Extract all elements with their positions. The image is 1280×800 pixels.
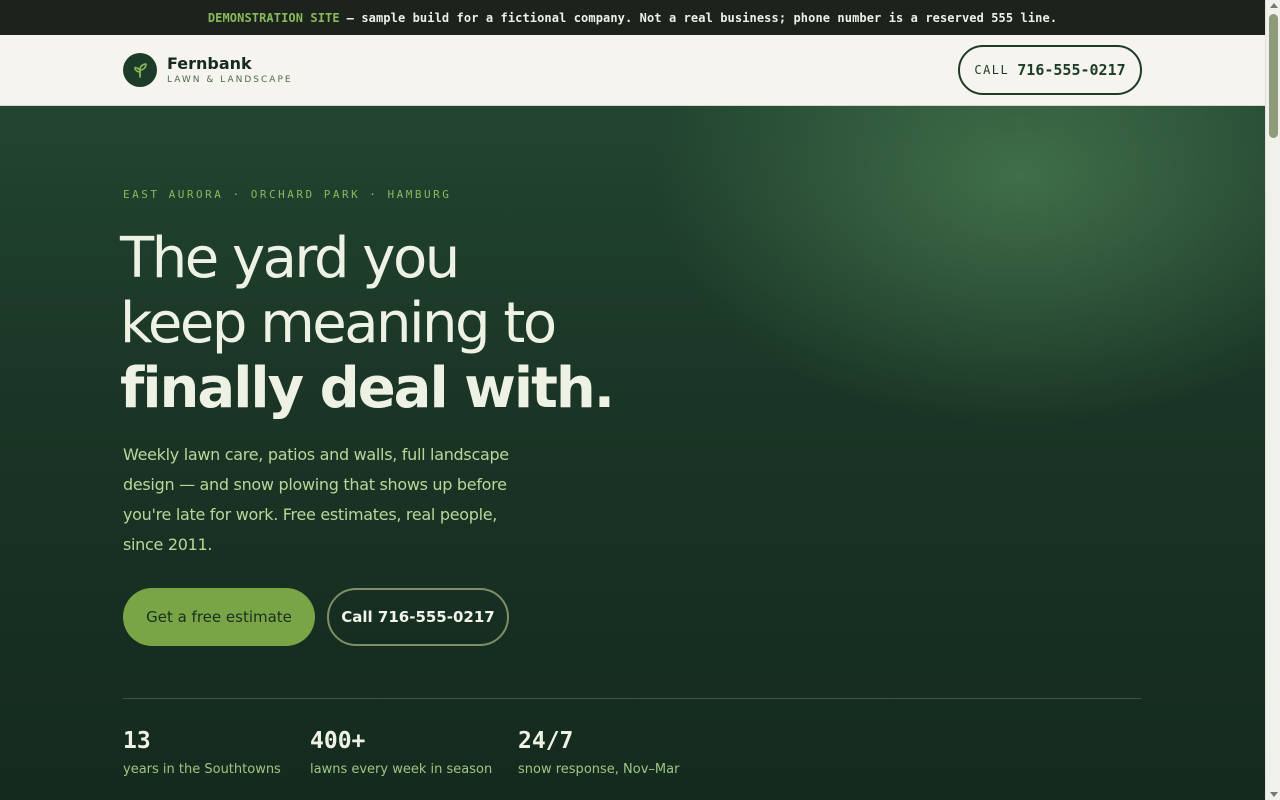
stat-value: 400+ bbox=[310, 728, 366, 754]
call-button[interactable]: Call 716-555-0217 bbox=[327, 588, 509, 646]
headline-line-1: The yard you bbox=[120, 226, 460, 291]
headline-line-3: finally deal with. bbox=[120, 356, 615, 421]
brand-tagline: LAWN & LANDSCAPE bbox=[167, 75, 293, 85]
brand-name[interactable]: Fernbank bbox=[167, 54, 252, 73]
stats-divider bbox=[123, 698, 1141, 699]
site-header: Fernbank LAWN & LANDSCAPE CALL 716-555-0… bbox=[0, 35, 1265, 106]
demo-tag: DEMONSTRATION SITE bbox=[207, 10, 340, 25]
call-label: CALL bbox=[974, 63, 1010, 77]
free-estimate-button[interactable]: Get a free estimate bbox=[123, 588, 315, 646]
hero-description: Weekly lawn care, patios and walls, full… bbox=[123, 445, 509, 554]
demo-banner-text: — sample build for a fictional company. … bbox=[346, 10, 1058, 25]
stat-caption: lawns every week in season bbox=[310, 762, 493, 777]
header-call-button[interactable]: CALL 716-555-0217 bbox=[958, 45, 1142, 95]
stat-lawns: 400+ lawns every week in season bbox=[310, 728, 492, 777]
stat-caption: years in the Southtowns bbox=[123, 762, 281, 777]
call-number: 716-555-0217 bbox=[1017, 61, 1126, 79]
headline-line-2: keep meaning to bbox=[120, 291, 557, 356]
service-areas: EAST AURORA · ORCHARD PARK · HAMBURG bbox=[123, 188, 452, 201]
hero-headline: The yard you keep meaning to finally dea… bbox=[120, 226, 680, 422]
stat-value: 13 bbox=[123, 728, 151, 754]
stat-value: 24/7 bbox=[518, 728, 574, 754]
stat-years: 13 years in the Southtowns bbox=[123, 728, 281, 777]
scroll-up-icon[interactable] bbox=[1270, 3, 1278, 8]
page-scrollbar[interactable] bbox=[1265, 0, 1280, 800]
scroll-down-icon[interactable] bbox=[1270, 792, 1278, 797]
hero-section: EAST AURORA · ORCHARD PARK · HAMBURG The… bbox=[0, 106, 1265, 800]
stat-snow: 24/7 snow response, Nov–Mar bbox=[518, 728, 679, 777]
stat-caption: snow response, Nov–Mar bbox=[518, 762, 680, 777]
demo-banner: DEMONSTRATION SITE — sample build for a … bbox=[0, 0, 1265, 35]
leaf-icon[interactable] bbox=[123, 53, 157, 87]
scroll-thumb[interactable] bbox=[1269, 14, 1278, 138]
